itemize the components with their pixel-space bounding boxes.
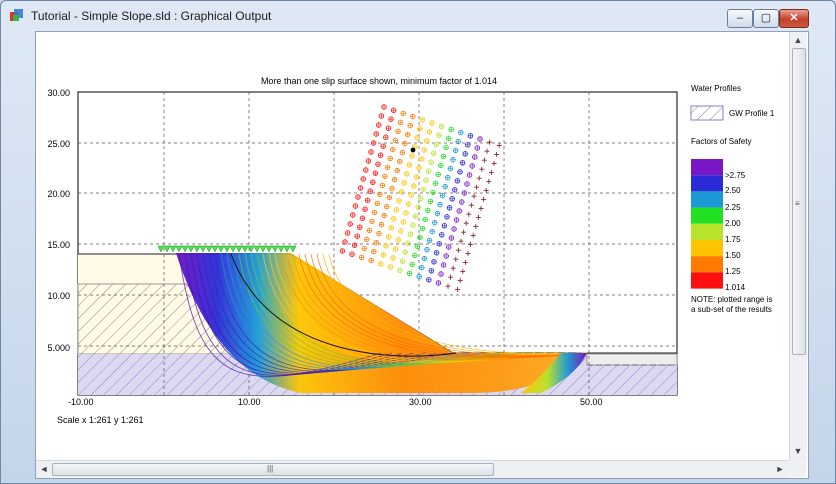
scroll-right-button[interactable]: ►	[772, 461, 788, 477]
plot-caption: More than one slip surface shown, minimu…	[261, 76, 497, 86]
window-title: Tutorial - Simple Slope.sld : Graphical …	[31, 9, 272, 23]
note-line: a sub-set of the results	[691, 305, 772, 314]
fos-label: 2.50	[725, 186, 741, 195]
app-icon	[10, 9, 23, 21]
vertical-scrollbar[interactable]: ▲ ≡ ▼	[789, 32, 807, 460]
fos-label: >2.75	[725, 171, 746, 180]
fos-label: 2.25	[725, 203, 741, 212]
legend: Water Profiles GW Profile 1 Factors of S…	[690, 84, 775, 314]
fos-label: 1.50	[725, 251, 741, 260]
horizontal-scroll-thumb[interactable]: |||	[52, 463, 494, 476]
y-tick-label: 15.00	[47, 240, 70, 250]
close-button[interactable]: ✕	[779, 9, 809, 28]
scroll-left-button[interactable]: ◄	[36, 461, 52, 477]
maximize-button[interactable]: ▢	[753, 9, 779, 28]
scroll-down-button[interactable]: ▼	[790, 443, 806, 459]
y-tick-label: 20.00	[47, 189, 70, 199]
slope-stability-plot[interactable]: More than one slip surface shown, minimu…	[37, 32, 789, 460]
gw-profile-swatch	[690, 105, 724, 121]
minimize-button[interactable]: –	[727, 9, 753, 28]
ground-surface-markers	[157, 245, 297, 253]
grip-icon: ≡	[795, 199, 800, 208]
fos-label: 1.75	[725, 235, 741, 244]
y-tick-label: 10.00	[47, 291, 70, 301]
title-bar[interactable]: Tutorial - Simple Slope.sld : Graphical …	[1, 1, 835, 31]
fos-title: Factors of Safety	[691, 137, 751, 146]
water-profiles-title: Water Profiles	[691, 84, 741, 93]
y-tick-label: 25.00	[47, 139, 70, 149]
note-line: NOTE: plotted range is	[691, 295, 772, 304]
gw-profile-label: GW Profile 1	[729, 109, 775, 118]
scrollbar-corner	[789, 460, 806, 477]
x-tick-label: -10.00	[68, 397, 94, 407]
x-tick-label: 10.00	[238, 397, 261, 407]
scale-text: Scale x 1:261 y 1:261	[57, 415, 144, 425]
x-tick-label: 50.00	[580, 397, 603, 407]
y-tick-label: 5.000	[47, 343, 70, 353]
fos-label: 1.25	[725, 267, 741, 276]
fos-label: 1.014	[725, 283, 746, 292]
application-window: Tutorial - Simple Slope.sld : Graphical …	[0, 0, 836, 484]
fos-label: 2.00	[725, 219, 741, 228]
x-tick-label: 30.00	[409, 397, 432, 407]
grip-icon: |||	[267, 464, 274, 473]
scroll-up-button[interactable]: ▲	[790, 32, 806, 48]
vertical-scroll-thumb[interactable]: ≡	[792, 48, 806, 355]
horizontal-scrollbar[interactable]: ◄ ||| ►	[36, 460, 789, 478]
y-tick-label: 30.00	[47, 88, 70, 98]
